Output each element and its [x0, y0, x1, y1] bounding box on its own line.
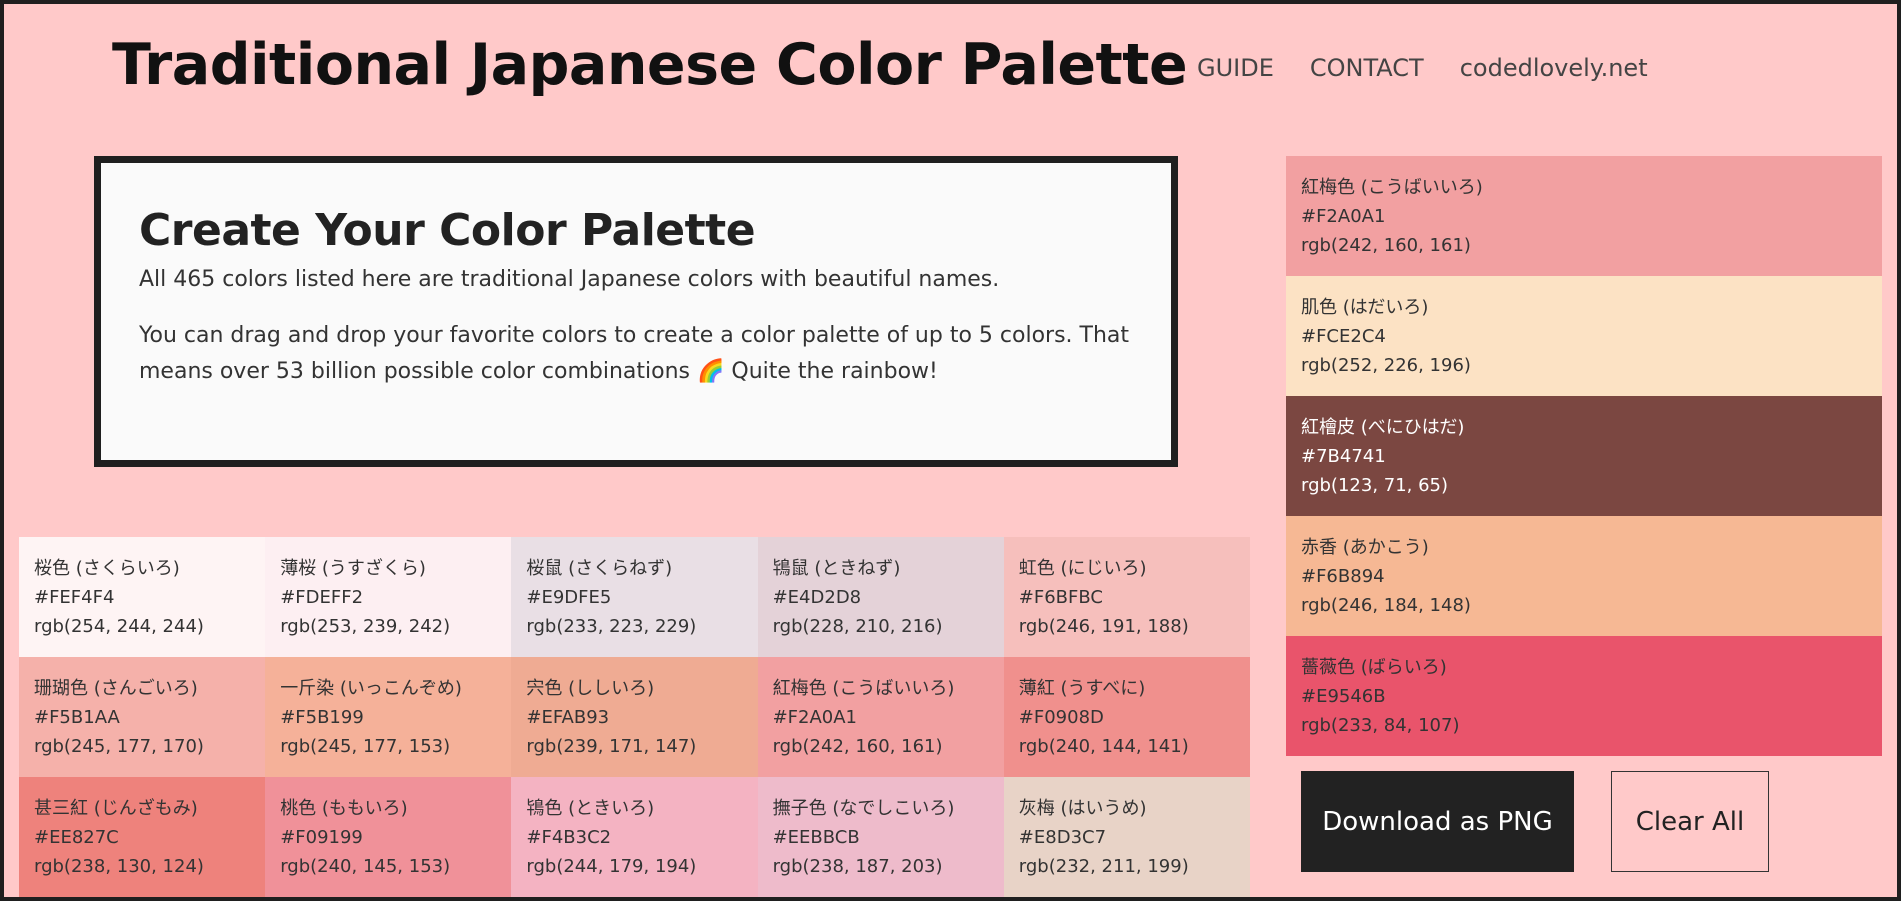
color-swatch[interactable]: 甚三紅 (じんざもみ) #EE827C rgb(238, 130, 124): [19, 777, 266, 897]
color-hex: #FEF4F4: [34, 587, 115, 608]
color-name: 宍色 (ししいろ): [526, 678, 655, 699]
color-hex: #EE827C: [34, 827, 119, 848]
color-rgb: rgb(233, 223, 229): [526, 616, 697, 637]
color-hex: #E4D2D8: [772, 587, 862, 608]
color-name: 鴇鼠 (ときねず): [772, 558, 901, 579]
color-hex: #7B4741: [1301, 446, 1386, 467]
color-name: 一斤染 (いっこんぞめ): [280, 678, 462, 699]
color-name: 薄桜 (うすざくら): [280, 558, 426, 579]
site-title: Traditional Japanese Color Palette: [112, 32, 1188, 98]
color-swatch[interactable]: 桃色 (ももいろ) #F09199 rgb(240, 145, 153): [265, 777, 512, 897]
color-name: 紅檜皮 (べにひはだ): [1301, 417, 1465, 438]
color-rgb: rgb(123, 71, 65): [1301, 475, 1449, 496]
color-hex: #E8D3C7: [1018, 827, 1107, 848]
color-swatch[interactable]: 紅梅色 (こうばいいろ) #F2A0A1 rgb(242, 160, 161): [757, 657, 1004, 777]
color-hex: #E9DFE5: [526, 587, 612, 608]
color-swatch[interactable]: 鴇鼠 (ときねず) #E4D2D8 rgb(228, 210, 216): [757, 537, 1004, 657]
nav-guide[interactable]: GUIDE: [1197, 54, 1274, 82]
color-swatch[interactable]: 桜色 (さくらいろ) #FEF4F4 rgb(254, 244, 244): [19, 537, 266, 657]
color-hex: #F2A0A1: [1301, 206, 1386, 227]
color-swatch[interactable]: 珊瑚色 (さんごいろ) #F5B1AA rgb(245, 177, 170): [19, 657, 266, 777]
color-name: 桃色 (ももいろ): [280, 798, 408, 819]
intro-heading: Create Your Color Palette: [139, 205, 756, 256]
color-hex: #FDEFF2: [280, 587, 364, 608]
color-swatch[interactable]: 宍色 (ししいろ) #EFAB93 rgb(239, 171, 147): [511, 657, 758, 777]
clear-all-button[interactable]: Clear All: [1611, 771, 1769, 872]
color-rgb: rgb(240, 144, 141): [1018, 736, 1189, 757]
color-name: 珊瑚色 (さんごいろ): [34, 678, 198, 699]
color-hex: #EEBBCB: [772, 827, 860, 848]
color-name: 紅梅色 (こうばいいろ): [1301, 177, 1483, 198]
color-swatch[interactable]: 灰梅 (はいうめ) #E8D3C7 rgb(232, 211, 199): [1003, 777, 1250, 897]
intro-card: Create Your Color Palette All 465 colors…: [94, 156, 1178, 467]
color-swatch[interactable]: 薄桜 (うすざくら) #FDEFF2 rgb(253, 239, 242): [265, 537, 512, 657]
color-rgb: rgb(254, 244, 244): [34, 616, 204, 637]
color-rgb: rgb(228, 210, 216): [772, 616, 943, 637]
color-rgb: rgb(238, 130, 124): [34, 856, 204, 877]
top-nav: GUIDE CONTACT codedlovely.net: [1197, 54, 1648, 82]
color-rgb: rgb(240, 145, 153): [280, 856, 451, 877]
intro-text-2: You can drag and drop your favorite colo…: [139, 323, 1130, 384]
palette-panel: 紅梅色 (こうばいいろ) #F2A0A1 rgb(242, 160, 161) 肌色 …: [1286, 156, 1882, 756]
color-hex: #F5B199: [280, 707, 364, 728]
nav-site-link[interactable]: codedlovely.net: [1460, 54, 1648, 82]
color-hex: #EFAB93: [526, 707, 610, 728]
color-name: 桜色 (さくらいろ): [34, 558, 180, 579]
color-swatch[interactable]: 一斤染 (いっこんぞめ) #F5B199 rgb(245, 177, 153): [265, 657, 512, 777]
color-swatch[interactable]: 虹色 (にじいろ) #F6BFBC rgb(246, 191, 188): [1003, 537, 1250, 657]
nav-contact[interactable]: CONTACT: [1310, 54, 1424, 82]
color-rgb: rgb(233, 84, 107): [1301, 715, 1460, 736]
color-rgb: rgb(246, 184, 148): [1301, 595, 1471, 616]
color-hex: #E9546B: [1301, 686, 1386, 707]
color-rgb: rgb(238, 187, 203): [772, 856, 943, 877]
color-name: 薄紅 (うすべに): [1018, 678, 1146, 699]
palette-swatch[interactable]: 薔薇色 (ばらいろ) #E9546B rgb(233, 84, 107): [1286, 636, 1882, 756]
color-swatch[interactable]: 鴇色 (ときいろ) #F4B3C2 rgb(244, 179, 194): [511, 777, 758, 897]
color-name: 肌色 (はだいろ): [1301, 297, 1429, 318]
color-hex: #F2A0A1: [772, 707, 858, 728]
color-grid: 桜色 (さくらいろ) #FEF4F4 rgb(254, 244, 244) 薄桜 (う…: [19, 537, 1250, 897]
download-png-button[interactable]: Download as PNG: [1301, 771, 1574, 872]
color-rgb: rgb(242, 160, 161): [1301, 235, 1471, 256]
color-hex: #FCE2C4: [1301, 326, 1386, 347]
intro-text-1: All 465 colors listed here are tradition…: [139, 267, 1000, 292]
palette-swatch[interactable]: 肌色 (はだいろ) #FCE2C4 rgb(252, 226, 196): [1286, 276, 1882, 396]
color-hex: #F6BFBC: [1018, 587, 1103, 608]
color-name: 紅梅色 (こうばいいろ): [772, 678, 955, 699]
color-hex: #F4B3C2: [526, 827, 612, 848]
color-name: 虹色 (にじいろ): [1018, 558, 1147, 579]
color-rgb: rgb(239, 171, 147): [526, 736, 697, 757]
color-rgb: rgb(252, 226, 196): [1301, 355, 1471, 376]
color-name: 撫子色 (なでしこいろ): [772, 798, 955, 819]
color-name: 赤香 (あかこう): [1301, 537, 1429, 558]
palette-swatch[interactable]: 紅檜皮 (べにひはだ) #7B4741 rgb(123, 71, 65): [1286, 396, 1882, 516]
color-name: 甚三紅 (じんざもみ): [34, 798, 198, 819]
color-name: 薔薇色 (ばらいろ): [1301, 657, 1447, 678]
color-rgb: rgb(242, 160, 161): [772, 736, 943, 757]
color-swatch[interactable]: 薄紅 (うすべに) #F0908D rgb(240, 144, 141): [1003, 657, 1250, 777]
color-hex: #F6B894: [1301, 566, 1385, 587]
color-rgb: rgb(253, 239, 242): [280, 616, 451, 637]
color-swatch[interactable]: 撫子色 (なでしこいろ) #EEBBCB rgb(238, 187, 203): [757, 777, 1004, 897]
color-hex: #F09199: [280, 827, 363, 848]
palette-swatch[interactable]: 紅梅色 (こうばいいろ) #F2A0A1 rgb(242, 160, 161): [1286, 156, 1882, 276]
color-rgb: rgb(232, 211, 199): [1018, 856, 1189, 877]
color-name: 鴇色 (ときいろ): [526, 798, 655, 819]
color-name: 灰梅 (はいうめ): [1018, 798, 1147, 819]
color-name: 桜鼠 (さくらねず): [526, 558, 673, 579]
color-rgb: rgb(245, 177, 170): [34, 736, 204, 757]
color-swatch[interactable]: 桜鼠 (さくらねず) #E9DFE5 rgb(233, 223, 229): [511, 537, 758, 657]
color-rgb: rgb(246, 191, 188): [1018, 616, 1189, 637]
color-hex: #F0908D: [1018, 707, 1104, 728]
palette-swatch[interactable]: 赤香 (あかこう) #F6B894 rgb(246, 184, 148): [1286, 516, 1882, 636]
color-hex: #F5B1AA: [34, 707, 120, 728]
color-rgb: rgb(244, 179, 194): [526, 856, 697, 877]
color-rgb: rgb(245, 177, 153): [280, 736, 451, 757]
